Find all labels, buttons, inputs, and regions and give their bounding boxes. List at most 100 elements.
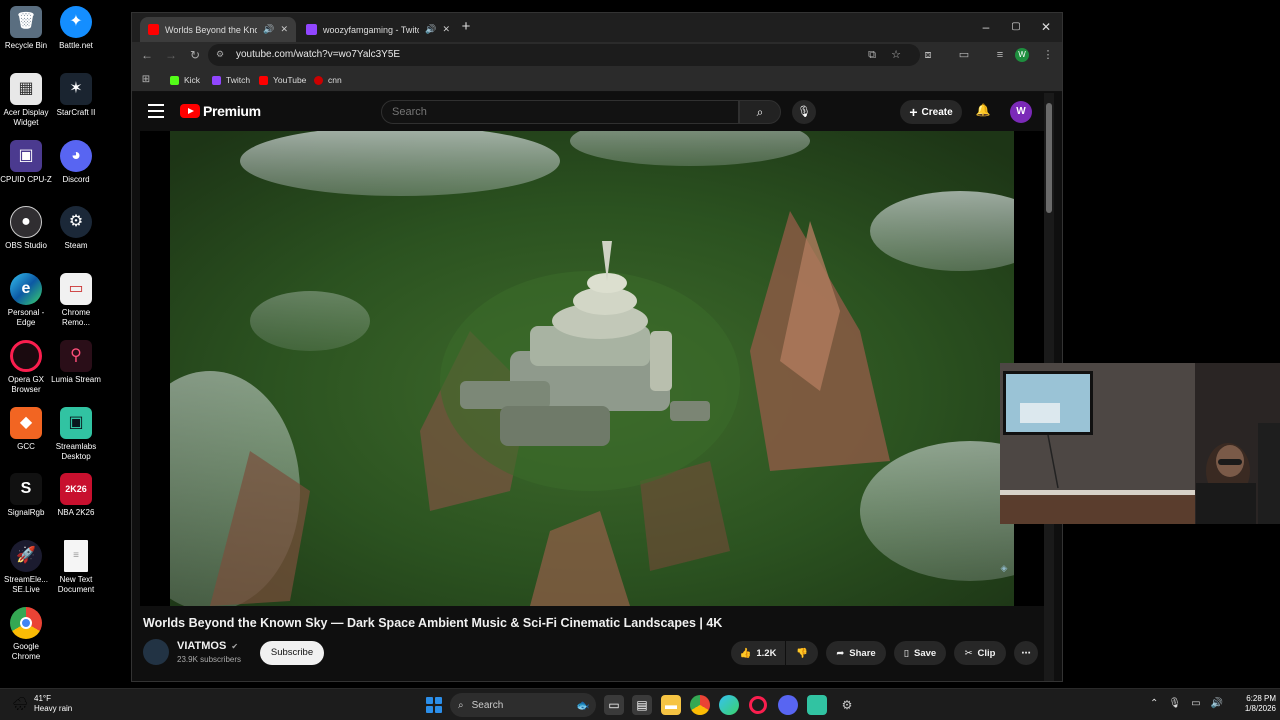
search-input[interactable]	[382, 101, 738, 123]
profile-avatar[interactable]: W	[1015, 48, 1029, 62]
dislike-button[interactable]: 👎	[786, 641, 818, 665]
channel-watermark-icon[interactable]: ◈	[990, 563, 1018, 585]
audio-playing-icon[interactable]: 🔊	[425, 24, 436, 35]
desktop-icon-google-chrome[interactable]: Google Chrome	[0, 607, 52, 662]
youtube-page: Premium ⌕ 🎙 + Create 🔔 W	[132, 93, 1054, 681]
desktop-icon-acer-display-widget[interactable]: ▦ Acer Display Widget	[0, 73, 52, 128]
tab-twitch[interactable]: woozyfamgaming - Twitch 🔊 ✕	[298, 17, 458, 42]
youtube-header: Premium ⌕ 🎙 + Create 🔔 W	[132, 93, 1054, 131]
clip-button[interactable]: ✂ Clip	[954, 641, 1006, 665]
weather-widget[interactable]: 🌧 41°F Heavy rain	[12, 694, 72, 714]
network-icon[interactable]: ▭	[1191, 698, 1200, 709]
back-icon[interactable]: ←	[138, 46, 156, 64]
close-tab-icon[interactable]: ✕	[280, 24, 288, 35]
bookmark-youtube[interactable]: YouTube	[259, 73, 306, 87]
video-player[interactable]: ◈	[140, 131, 1044, 606]
streamlabs-taskbar-icon[interactable]	[807, 695, 827, 715]
close-tab-icon[interactable]: ✕	[442, 24, 450, 35]
extensions-icon[interactable]: ⧈	[920, 47, 936, 63]
file-explorer-icon[interactable]: ▬	[661, 695, 681, 715]
chrome-icon	[10, 607, 42, 639]
app-taskbar-icon[interactable]: ⚙	[837, 695, 857, 715]
maximize-icon[interactable]: ▢	[1006, 18, 1026, 36]
microphone-tray-icon[interactable]: 🎙	[1168, 698, 1181, 709]
hamburger-menu-icon[interactable]	[148, 104, 164, 118]
acer-widget-icon: ▦	[10, 73, 42, 105]
discord-taskbar-icon[interactable]	[778, 695, 798, 715]
desktop-icon-new-text-document[interactable]: ≡ New Text Document	[50, 540, 102, 595]
desktop-icon-recycle-bin[interactable]: 🗑 Recycle Bin	[0, 6, 52, 51]
search-highlight-icon: 🐟	[576, 699, 590, 712]
account-avatar[interactable]: W	[1010, 101, 1032, 123]
bookmark-star-icon[interactable]: ☆	[888, 47, 904, 63]
desktop-icon-lumia-stream[interactable]: ⚲ Lumia Stream	[50, 340, 102, 385]
discord-icon: ◕	[60, 140, 92, 172]
bookmark-kick[interactable]: Kick	[170, 73, 200, 87]
tab-bar: Worlds Beyond the Known 🔊 ✕ woozyfamgami…	[132, 13, 1062, 42]
create-button[interactable]: + Create	[900, 100, 962, 124]
edge-taskbar-icon[interactable]	[719, 695, 739, 715]
desktop-icon-streamelements[interactable]: 🚀 StreamEle... SE.Live	[0, 540, 52, 595]
reload-icon[interactable]: ↻	[186, 46, 204, 64]
steam-icon: ⚙	[60, 206, 92, 238]
desktop-icon-starcraft[interactable]: ✶ StarCraft II	[50, 73, 102, 118]
bookmarks-bar: ⊞ Kick Twitch YouTube cnn	[132, 68, 1062, 92]
media-controls-icon[interactable]: ≡	[992, 47, 1008, 63]
audio-playing-icon[interactable]: 🔊	[263, 24, 274, 35]
desktop-icon-signalrgb[interactable]: S SignalRgb	[0, 473, 52, 518]
taskbar-search[interactable]: ⌕ Search 🐟	[450, 693, 596, 717]
twitch-icon	[212, 75, 221, 85]
clock[interactable]: 6:28 PM 1/8/2026	[1228, 694, 1276, 714]
notifications-bell-icon[interactable]: 🔔	[974, 103, 992, 121]
address-bar[interactable]: ⚙ youtube.com/watch?v=wo7Yalc3Y5E ⧉ ☆	[208, 44, 920, 66]
scrollbar-thumb[interactable]	[1046, 103, 1052, 213]
desktop-icon-nba2k26[interactable]: 2K26 NBA 2K26	[50, 473, 102, 518]
widgets-icon[interactable]: ▤	[632, 695, 652, 715]
side-panel-icon[interactable]: ▭	[956, 47, 972, 63]
volume-icon[interactable]: 🔊	[1211, 698, 1223, 709]
desktop-icon-chrome-remote[interactable]: ▭ Chrome Remo...	[50, 273, 102, 328]
youtube-premium-logo[interactable]: Premium	[180, 103, 261, 119]
channel-avatar[interactable]	[143, 639, 169, 665]
desktop-icon-steam[interactable]: ⚙ Steam	[50, 206, 102, 251]
thumbs-down-icon: 👎	[796, 647, 808, 659]
close-window-icon[interactable]: ✕	[1036, 18, 1056, 36]
windows-taskbar: 🌧 41°F Heavy rain ⌕ Search 🐟 ▭ ▤ ▬ ⚙ ⌃ 🎙…	[0, 688, 1280, 720]
more-actions-button[interactable]: ⋯	[1014, 641, 1038, 665]
more-menu-icon[interactable]: ⋮	[1040, 47, 1056, 63]
chrome-taskbar-icon[interactable]	[690, 695, 710, 715]
search-icon: ⌕	[756, 105, 764, 119]
start-button[interactable]	[426, 697, 442, 713]
youtube-play-icon	[180, 104, 200, 118]
bookmark-cnn[interactable]: cnn	[314, 73, 342, 87]
install-app-icon[interactable]: ⧉	[864, 47, 880, 63]
desktop-icon-obs[interactable]: ● OBS Studio	[0, 206, 52, 251]
like-button[interactable]: 👍 1.2K	[731, 641, 785, 665]
bookmark-icon: ▯	[903, 647, 910, 659]
desktop-icon-opera-gx[interactable]: Opera GX Browser	[0, 340, 52, 395]
video-frame[interactable]	[170, 131, 1014, 606]
twitch-favicon-icon	[306, 24, 317, 35]
subscribe-button[interactable]: Subscribe	[260, 641, 324, 665]
voice-search-button[interactable]: 🎙	[792, 100, 816, 124]
search-button[interactable]: ⌕	[739, 100, 781, 124]
desktop-icon-edge[interactable]: e Personal - Edge	[0, 273, 52, 328]
desktop-icon-discord[interactable]: ◕ Discord	[50, 140, 102, 185]
desktop-icon-battlenet[interactable]: ✦ Battle.net	[50, 6, 102, 51]
share-button[interactable]: ➦ Share	[826, 641, 886, 665]
save-button[interactable]: ▯ Save	[894, 641, 946, 665]
bookmark-twitch[interactable]: Twitch	[212, 73, 250, 87]
tray-overflow-icon[interactable]: ⌃	[1150, 698, 1158, 709]
desktop-icon-cpuz[interactable]: ▣ CPUID CPU-Z	[0, 140, 52, 185]
opera-gx-taskbar-icon[interactable]	[749, 696, 767, 714]
new-tab-icon[interactable]: +	[456, 18, 476, 36]
tab-youtube-video[interactable]: Worlds Beyond the Known 🔊 ✕	[140, 17, 296, 42]
desktop-icon-gcc[interactable]: ◆ GCC	[0, 407, 52, 452]
forward-icon[interactable]: →	[162, 46, 180, 64]
task-view-icon[interactable]: ▭	[604, 695, 624, 715]
site-info-icon[interactable]: ⚙	[216, 49, 228, 61]
channel-name[interactable]: VIATMOS ✔	[177, 640, 238, 652]
desktop-icon-streamlabs[interactable]: ▣ Streamlabs Desktop	[50, 407, 102, 462]
apps-grid-icon[interactable]: ⊞	[138, 72, 154, 88]
minimize-icon[interactable]: –	[976, 18, 996, 36]
